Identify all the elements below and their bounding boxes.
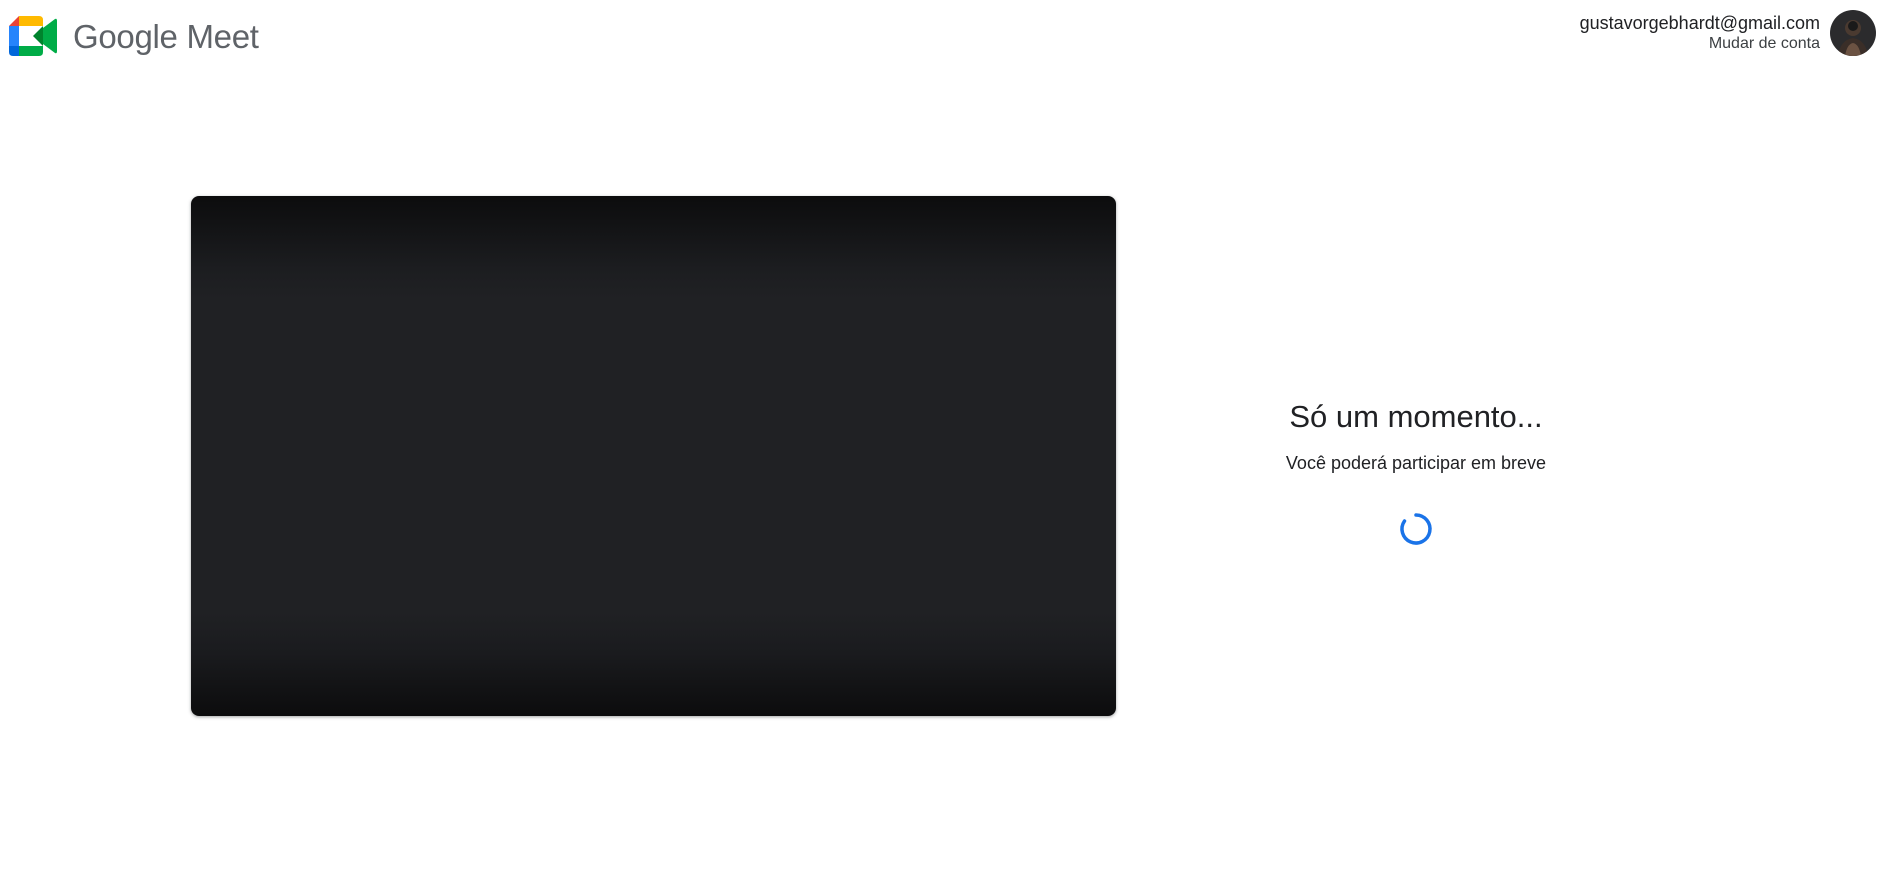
switch-account-link[interactable]: Mudar de conta xyxy=(1580,34,1820,54)
status-title: Só um momento... xyxy=(1289,399,1543,434)
account-info: gustavorgebhardt@gmail.com Mudar de cont… xyxy=(1580,12,1820,54)
brand[interactable]: Google Meet xyxy=(9,15,259,57)
avatar-photo-icon xyxy=(1830,10,1876,56)
status-subtitle: Você poderá participar em breve xyxy=(1285,453,1547,473)
top-bar: Google Meet gustavorgebhardt@gmail.com M… xyxy=(0,0,1886,76)
brand-name: Google Meet xyxy=(73,17,259,55)
avatar[interactable] xyxy=(1830,10,1876,56)
loading-spinner-icon xyxy=(1400,513,1432,545)
video-preview xyxy=(191,196,1116,716)
account-email: gustavorgebhardt@gmail.com xyxy=(1579,13,1820,33)
joining-status: Só um momento... Você poderá participar … xyxy=(1216,395,1616,547)
google-meet-logo-icon xyxy=(9,16,57,56)
